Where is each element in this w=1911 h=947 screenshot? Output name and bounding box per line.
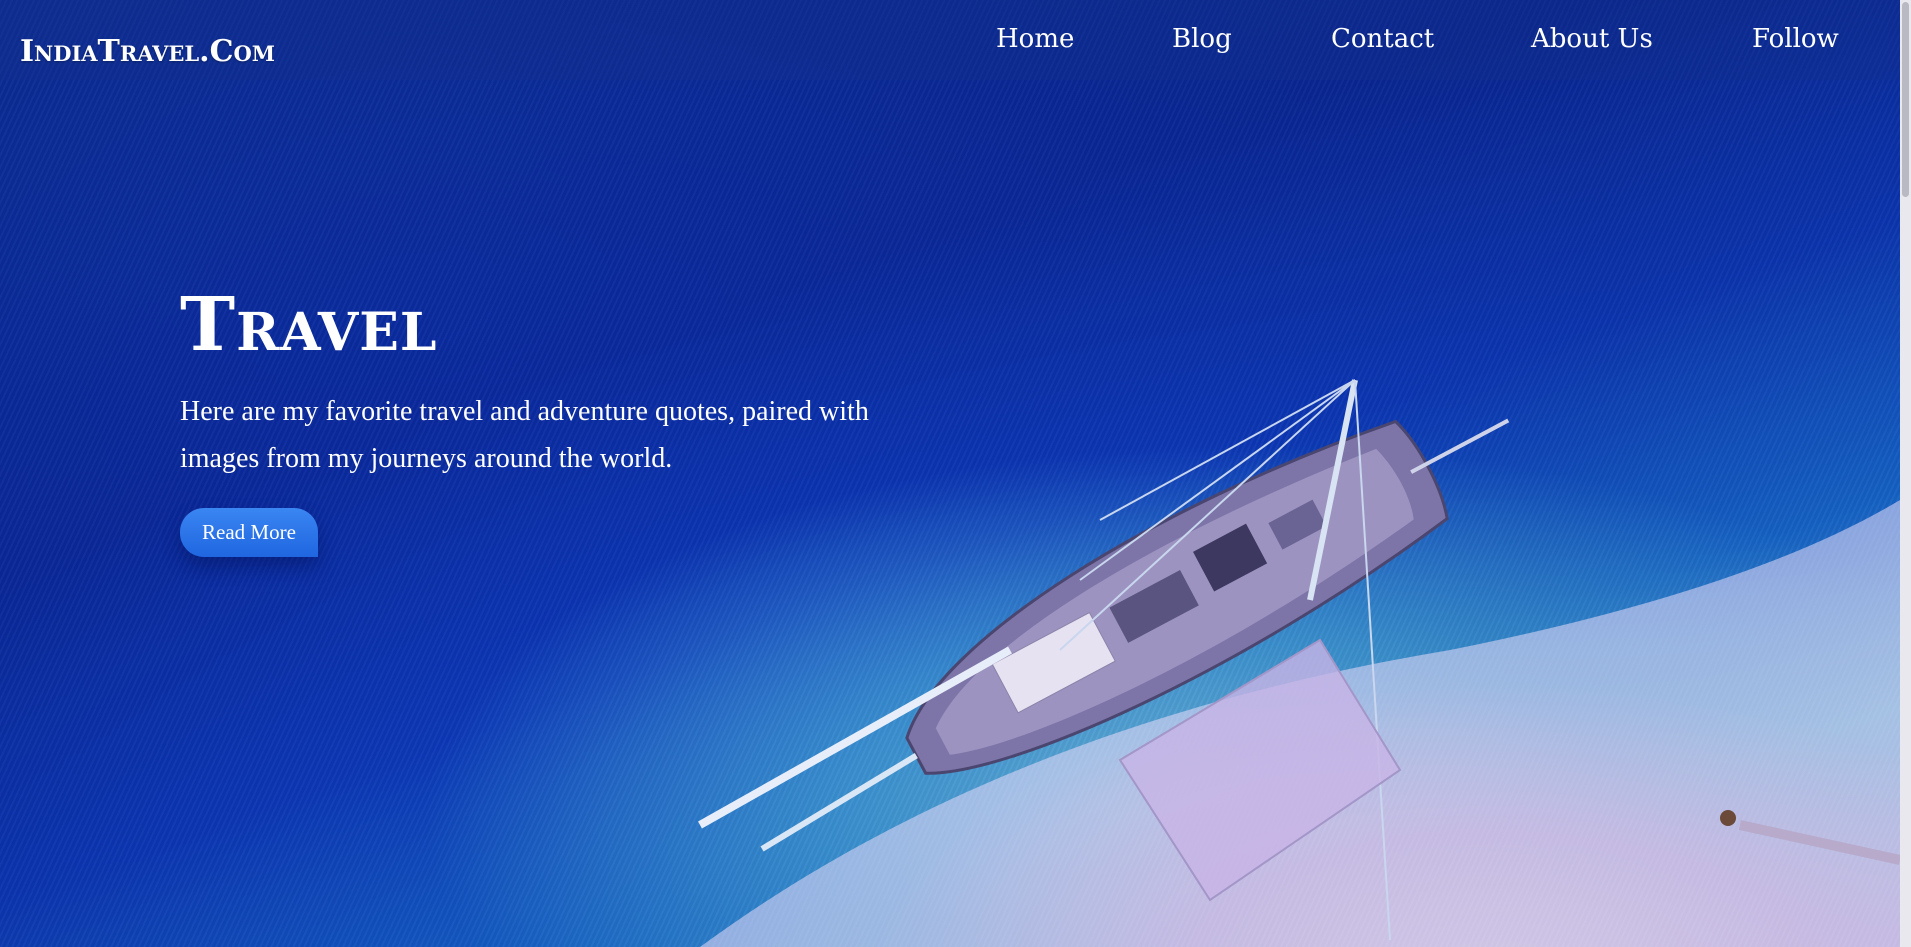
nav-about-link[interactable]: About Us: [1531, 24, 1653, 54]
page-scrollbar[interactable]: [1900, 0, 1911, 947]
nav-home-link[interactable]: Home: [996, 24, 1074, 54]
scrollbar-thumb[interactable]: [1902, 2, 1909, 197]
hero-description: Here are my favorite travel and adventur…: [180, 396, 869, 474]
hero-content: Travel Here are my favorite travel and a…: [180, 288, 900, 557]
nav-links: Home Blog Contact About Us Follow: [0, 24, 1900, 64]
nav-follow-link[interactable]: Follow: [1752, 24, 1839, 54]
top-navbar: IndiaTravel.Com Home Blog Contact About …: [0, 0, 1900, 80]
nav-blog-link[interactable]: Blog: [1172, 24, 1232, 54]
nav-contact-link[interactable]: Contact: [1331, 24, 1434, 54]
hero-title: Travel: [180, 282, 438, 368]
read-more-button[interactable]: Read More: [180, 508, 318, 557]
